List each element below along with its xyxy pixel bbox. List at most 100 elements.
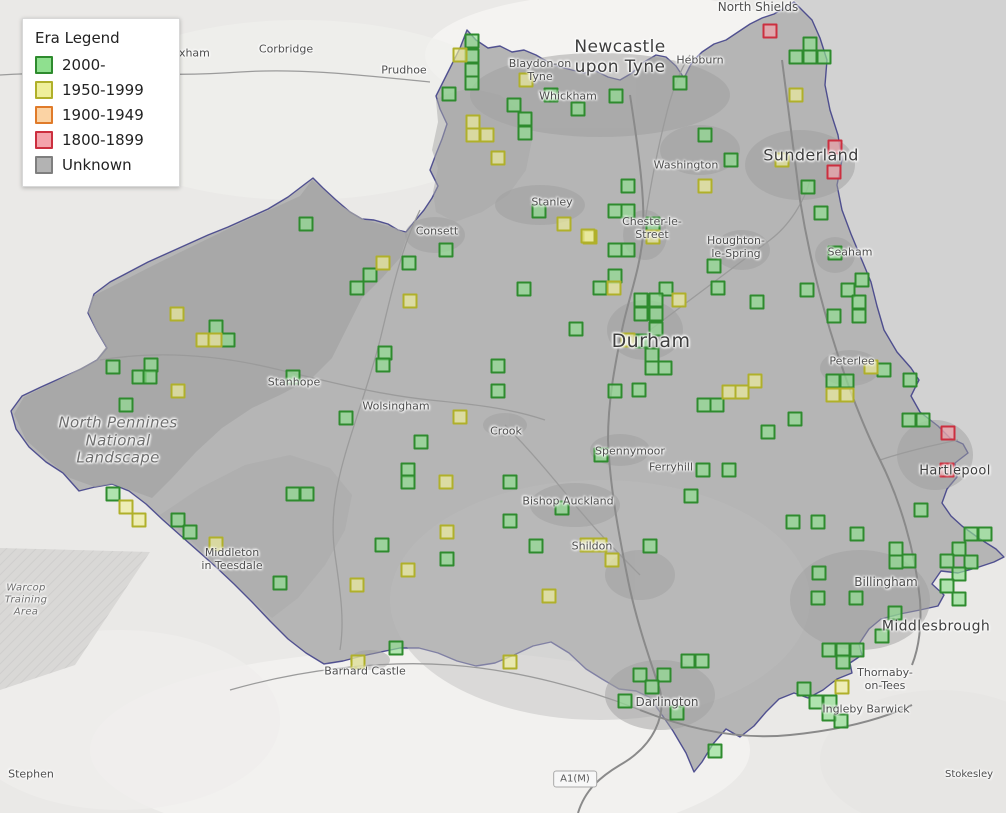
era-marker-era2000[interactable] xyxy=(633,292,649,308)
era-marker-era1950[interactable] xyxy=(697,178,713,194)
era-marker-era2000[interactable] xyxy=(810,514,826,530)
era-marker-era2000[interactable] xyxy=(142,369,158,385)
era-marker-era1950[interactable] xyxy=(170,383,186,399)
era-marker-era2000[interactable] xyxy=(516,281,532,297)
era-marker-era2000[interactable] xyxy=(723,152,739,168)
era-marker-era2000[interactable] xyxy=(683,488,699,504)
era-marker-era2000[interactable] xyxy=(220,332,236,348)
era-marker-era2000[interactable] xyxy=(464,33,480,49)
era-marker-era2000[interactable] xyxy=(813,205,829,221)
era-marker-era1950[interactable] xyxy=(592,537,608,553)
era-marker-era2000[interactable] xyxy=(633,306,649,322)
era-marker-era1950[interactable] xyxy=(400,562,416,578)
era-marker-era2000[interactable] xyxy=(963,526,979,542)
era-marker-era1950[interactable] xyxy=(774,152,790,168)
era-marker-era2000[interactable] xyxy=(760,424,776,440)
era-marker-era2000[interactable] xyxy=(825,373,841,389)
era-marker-era2000[interactable] xyxy=(464,75,480,91)
era-marker-era2000[interactable] xyxy=(913,502,929,518)
era-marker-era2000[interactable] xyxy=(849,526,865,542)
era-marker-era1950[interactable] xyxy=(734,384,750,400)
era-marker-era2000[interactable] xyxy=(441,86,457,102)
era-marker-era1950[interactable] xyxy=(402,293,418,309)
era-marker-era2000[interactable] xyxy=(517,125,533,141)
era-marker-era2000[interactable] xyxy=(299,486,315,502)
era-marker-era1950[interactable] xyxy=(349,577,365,593)
era-marker-era2000[interactable] xyxy=(608,88,624,104)
era-marker-era2000[interactable] xyxy=(644,679,660,695)
era-marker-era2000[interactable] xyxy=(631,382,647,398)
era-marker-era2000[interactable] xyxy=(568,321,584,337)
era-marker-era1950[interactable] xyxy=(452,409,468,425)
era-marker-era2000[interactable] xyxy=(680,653,696,669)
era-marker-era2000[interactable] xyxy=(669,705,685,721)
era-marker-era2000[interactable] xyxy=(438,242,454,258)
era-marker-era2000[interactable] xyxy=(706,258,722,274)
era-marker-era1950[interactable] xyxy=(438,474,454,490)
era-marker-era2000[interactable] xyxy=(833,713,849,729)
era-marker-era2000[interactable] xyxy=(617,693,633,709)
era-marker-era1800[interactable] xyxy=(939,462,955,478)
era-marker-era1950[interactable] xyxy=(452,47,468,63)
era-marker-era2000[interactable] xyxy=(298,216,314,232)
era-marker-era2000[interactable] xyxy=(375,357,391,373)
era-marker-era2000[interactable] xyxy=(951,591,967,607)
era-marker-era2000[interactable] xyxy=(848,590,864,606)
era-marker-era2000[interactable] xyxy=(697,127,713,143)
era-marker-era2000[interactable] xyxy=(785,514,801,530)
era-marker-era1950[interactable] xyxy=(541,588,557,604)
era-marker-era1950[interactable] xyxy=(863,359,879,375)
era-marker-era2000[interactable] xyxy=(648,306,664,322)
era-marker-era2000[interactable] xyxy=(517,111,533,127)
era-marker-era2000[interactable] xyxy=(787,411,803,427)
era-marker-era2000[interactable] xyxy=(799,282,815,298)
era-marker-era1950[interactable] xyxy=(350,654,366,670)
era-marker-era2000[interactable] xyxy=(672,75,688,91)
era-marker-era2000[interactable] xyxy=(592,280,608,296)
era-marker-era2000[interactable] xyxy=(710,280,726,296)
era-marker-era2000[interactable] xyxy=(709,397,725,413)
era-marker-era2000[interactable] xyxy=(839,373,855,389)
era-marker-era2000[interactable] xyxy=(634,333,650,349)
era-marker-era1950[interactable] xyxy=(645,229,661,245)
era-marker-era2000[interactable] xyxy=(388,640,404,656)
era-marker-era1950[interactable] xyxy=(207,332,223,348)
era-marker-era1800[interactable] xyxy=(826,164,842,180)
era-marker-era2000[interactable] xyxy=(721,462,737,478)
era-marker-era1950[interactable] xyxy=(788,87,804,103)
era-marker-era2000[interactable] xyxy=(876,362,892,378)
era-marker-era1950[interactable] xyxy=(580,228,596,244)
era-marker-era2000[interactable] xyxy=(826,308,842,324)
era-marker-era1950[interactable] xyxy=(671,292,687,308)
era-marker-era2000[interactable] xyxy=(788,49,804,65)
era-marker-era2000[interactable] xyxy=(593,447,609,463)
era-marker-era2000[interactable] xyxy=(851,308,867,324)
era-marker-era1950[interactable] xyxy=(834,679,850,695)
era-marker-era2000[interactable] xyxy=(285,486,301,502)
era-marker-era2000[interactable] xyxy=(816,49,832,65)
era-marker-era2000[interactable] xyxy=(811,565,827,581)
era-marker-era2000[interactable] xyxy=(800,179,816,195)
map-canvas[interactable]: Hexham Corbridge Prudhoe Blaydon-on Tyne Whi… xyxy=(0,0,1006,813)
era-marker-era2000[interactable] xyxy=(570,101,586,117)
era-marker-era2000[interactable] xyxy=(810,590,826,606)
era-marker-era2000[interactable] xyxy=(401,255,417,271)
era-marker-era1950[interactable] xyxy=(490,150,506,166)
era-marker-era1950[interactable] xyxy=(502,654,518,670)
era-marker-era2000[interactable] xyxy=(272,575,288,591)
era-marker-era2000[interactable] xyxy=(874,628,890,644)
era-marker-era2000[interactable] xyxy=(977,526,993,542)
era-marker-era2000[interactable] xyxy=(620,203,636,219)
era-marker-era1950[interactable] xyxy=(208,536,224,552)
era-marker-era1950[interactable] xyxy=(169,306,185,322)
era-marker-era2000[interactable] xyxy=(502,474,518,490)
era-marker-era2000[interactable] xyxy=(849,642,865,658)
era-marker-era2000[interactable] xyxy=(502,513,518,529)
era-marker-era2000[interactable] xyxy=(802,49,818,65)
era-marker-era2000[interactable] xyxy=(490,358,506,374)
era-marker-era2000[interactable] xyxy=(854,272,870,288)
era-marker-era2000[interactable] xyxy=(607,383,623,399)
era-marker-era2000[interactable] xyxy=(648,321,664,337)
era-marker-era2000[interactable] xyxy=(749,294,765,310)
era-marker-era1950[interactable] xyxy=(606,280,622,296)
